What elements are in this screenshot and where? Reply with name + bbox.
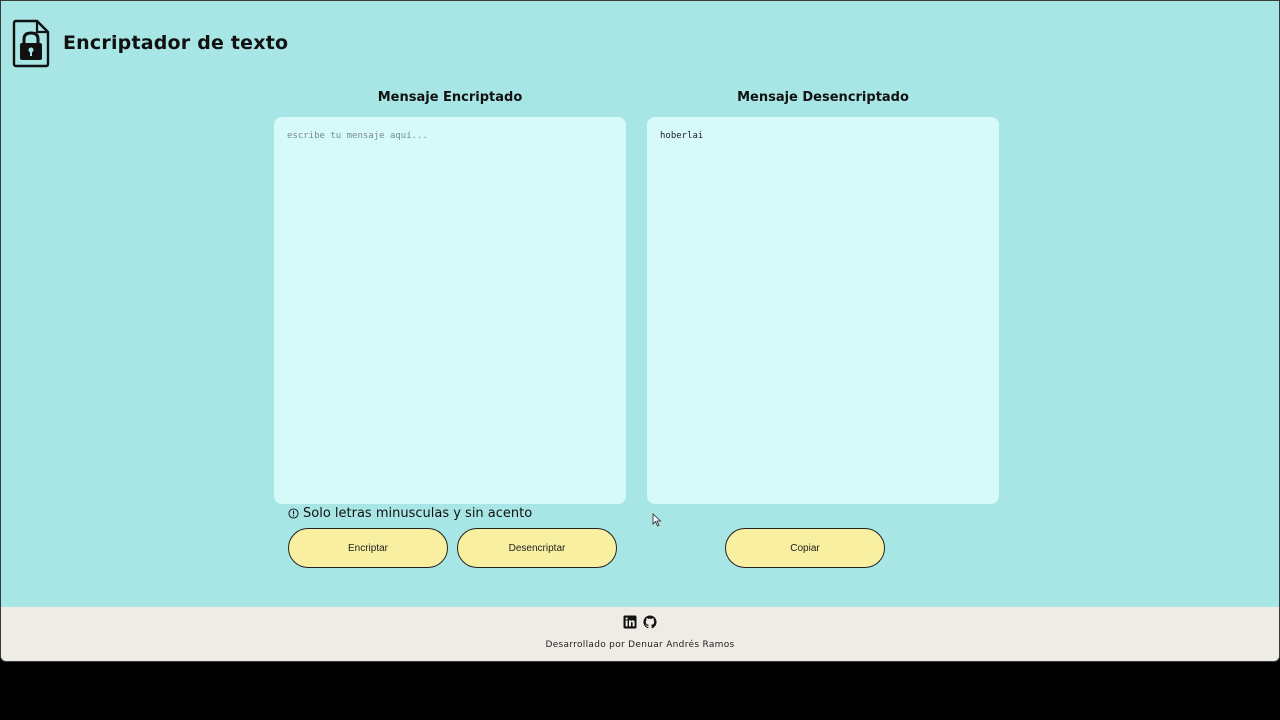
header: Encriptador de texto: [11, 17, 288, 69]
copy-button[interactable]: Copiar: [725, 528, 885, 568]
mouse-cursor-icon: [652, 513, 662, 527]
social-links: [1, 615, 1279, 629]
github-icon[interactable]: [643, 615, 657, 629]
hint: Solo letras minusculas y sin acento: [288, 506, 532, 521]
hint-text: Solo letras minusculas y sin acento: [303, 506, 533, 521]
app-title: Encriptador de texto: [63, 32, 289, 54]
encrypt-panel: [274, 117, 626, 504]
decrypt-button[interactable]: Desencriptar: [457, 528, 617, 568]
decrypt-panel: hoberlai: [647, 117, 999, 504]
footer: Desarrollado por Denuar Andrés Ramos: [1, 607, 1279, 661]
decrypt-panel-title: Mensaje Desencriptado: [737, 90, 909, 105]
encrypt-panel-title: Mensaje Encriptado: [377, 90, 523, 105]
encrypt-button[interactable]: Encriptar: [288, 528, 448, 568]
main-area: Encriptador de texto Mensaje Encriptado …: [1, 1, 1279, 607]
lock-document-icon: [12, 19, 50, 68]
info-circle-icon: [288, 508, 299, 519]
footer-credit: Desarrollado por Denuar Andrés Ramos: [545, 640, 735, 650]
message-input[interactable]: [287, 131, 613, 490]
app-window: Encriptador de texto Mensaje Encriptado …: [0, 0, 1280, 662]
decrypted-output: hoberlai: [660, 131, 704, 141]
linkedin-icon[interactable]: [623, 615, 637, 629]
